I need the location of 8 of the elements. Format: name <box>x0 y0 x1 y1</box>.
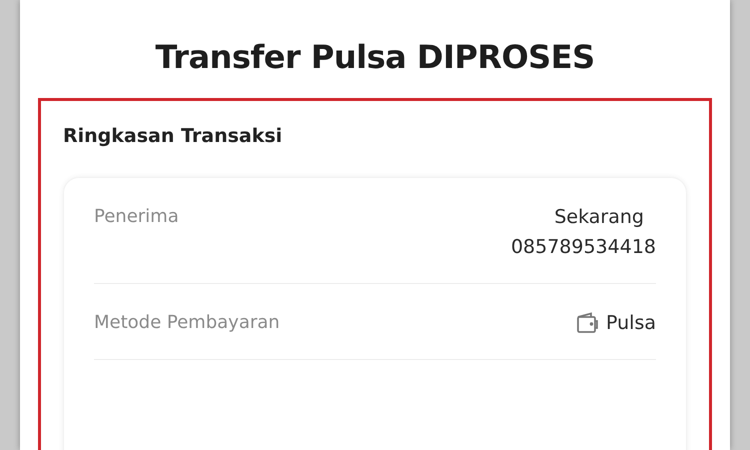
row-value: 085789534418 <box>510 236 656 258</box>
row-label: Metode Pembayaran <box>94 312 280 334</box>
status-title: Transfer Pulsa DIPROSES <box>155 38 595 76</box>
row-value: Pulsa <box>606 312 656 334</box>
section-heading: Ringkasan Transaksi <box>63 125 284 147</box>
row-label: Penerima <box>94 206 179 229</box>
wallet-icon <box>576 312 600 334</box>
row-value: Sekarang <box>554 206 644 228</box>
